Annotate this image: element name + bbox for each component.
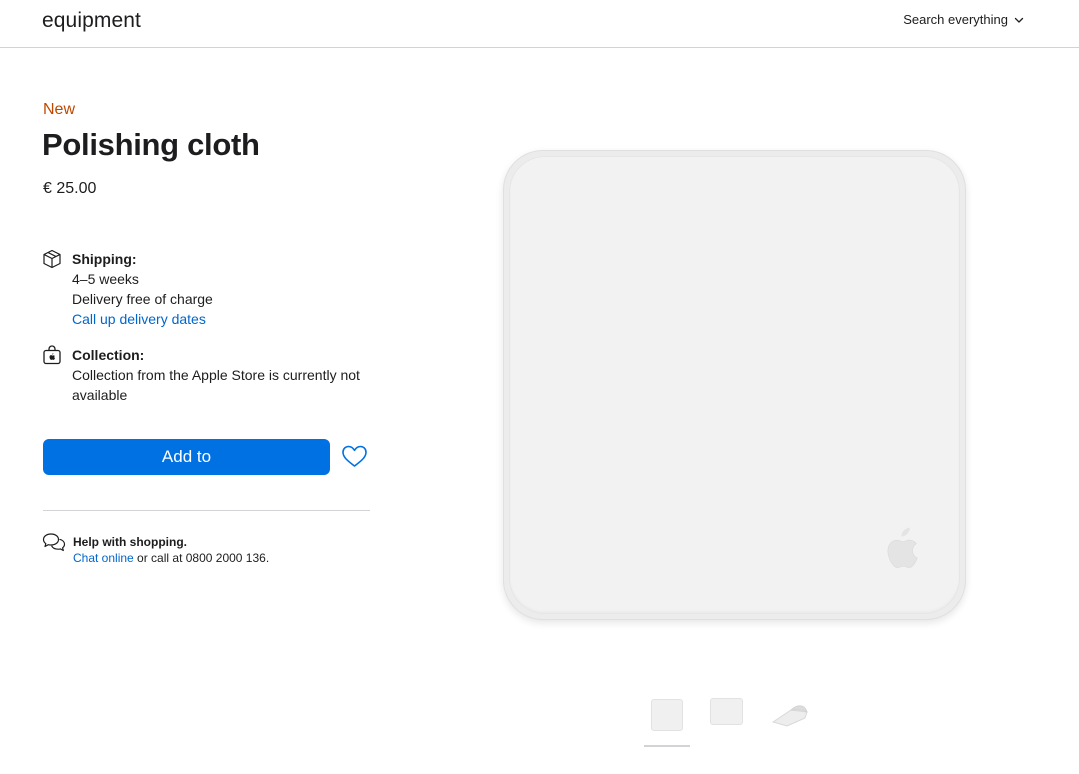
product-price: € 25.00	[43, 180, 97, 197]
selected-thumbnail-indicator	[644, 745, 690, 747]
search-dropdown[interactable]: Search everything	[903, 12, 1024, 27]
product-image	[500, 148, 970, 624]
shipping-cost: Delivery free of charge	[72, 291, 213, 307]
thumbnail-2[interactable]	[703, 694, 749, 738]
help-contact: Chat online or call at 0800 2000 136.	[73, 550, 333, 566]
call-text: or call at 0800 2000 136.	[133, 551, 270, 565]
chevron-down-icon	[1014, 17, 1024, 23]
global-header: equipment Search everything	[0, 0, 1079, 48]
heart-icon[interactable]	[341, 444, 368, 469]
collection-heading: Collection:	[72, 347, 145, 363]
delivery-dates-link[interactable]: Call up delivery dates	[72, 311, 206, 327]
polishing-cloth-image	[503, 150, 966, 620]
help-heading: Help with shopping.	[73, 535, 187, 549]
shopping-bag-icon	[43, 345, 61, 365]
chat-bubbles-icon	[42, 533, 66, 552]
shipping-time: 4–5 weeks	[72, 271, 139, 287]
search-label: Search everything	[903, 12, 1008, 27]
product-title: Polishing cloth	[42, 127, 260, 162]
add-to-bag-button[interactable]: Add to	[43, 439, 330, 475]
page-brand-title[interactable]: equipment	[42, 9, 141, 33]
shipping-heading: Shipping:	[72, 251, 137, 267]
section-divider	[43, 510, 370, 511]
chat-online-link[interactable]: Chat online	[73, 551, 134, 565]
apple-logo-icon	[887, 527, 919, 569]
box-icon	[43, 249, 61, 269]
thumbnail-1[interactable]	[644, 694, 690, 738]
folded-cloth-thumbnail	[771, 705, 808, 727]
collection-text: Collection from the Apple Store is curre…	[72, 367, 360, 403]
image-thumbnails	[640, 694, 820, 754]
new-badge: New	[43, 101, 76, 118]
thumbnail-3[interactable]	[767, 694, 813, 738]
